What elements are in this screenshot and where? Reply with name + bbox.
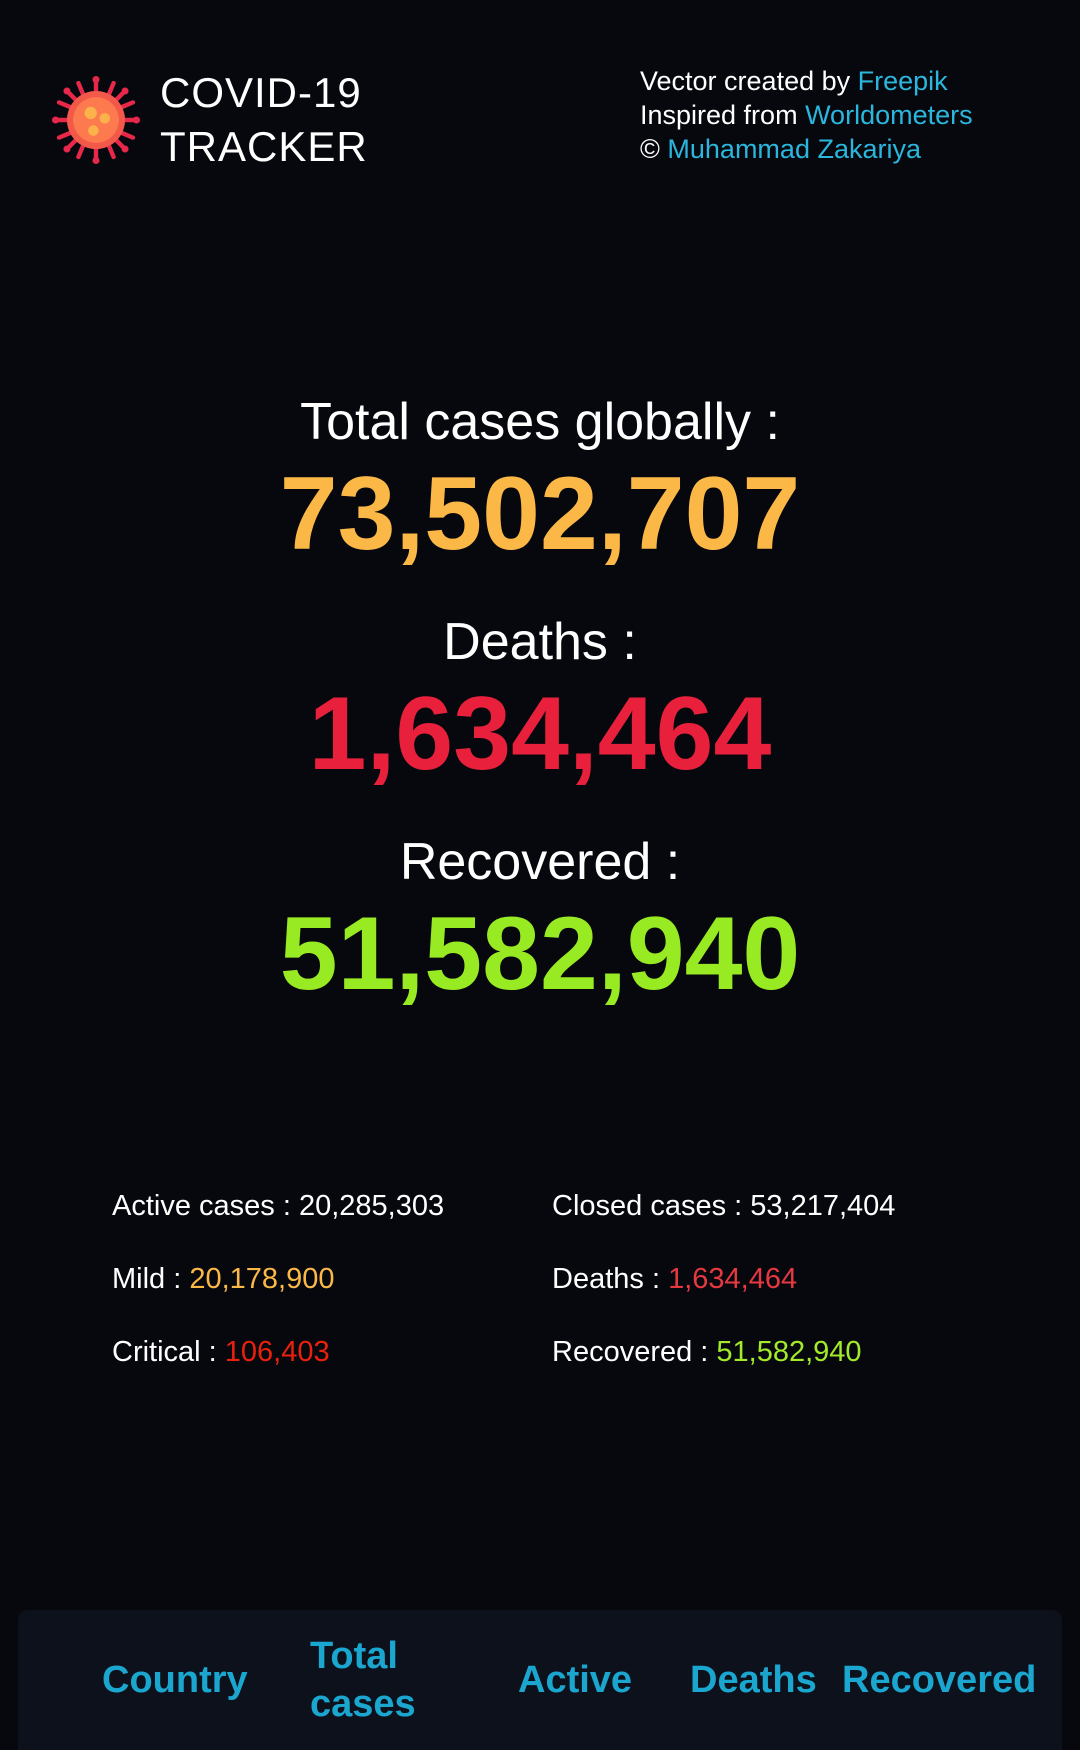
active-cases-label: Active cases : <box>112 1190 299 1222</box>
global-summary: Total cases globally : 73,502,707 Deaths… <box>0 390 1080 1050</box>
credit-vector-text: Vector created by <box>640 66 858 96</box>
brand: COVID-19 TRACKER <box>52 66 368 174</box>
app-title-line2: TRACKER <box>160 123 368 170</box>
closed-cases-value: 53,217,404 <box>750 1190 896 1222</box>
recovered-value: 51,582,940 <box>279 896 801 1012</box>
mild-row: Mild : 20,178,900 <box>112 1261 552 1297</box>
deaths-value: 1,634,464 <box>308 676 772 792</box>
app-title: COVID-19 TRACKER <box>160 66 368 174</box>
total-cases-value: 73,502,707 <box>279 456 801 572</box>
closed-deaths-label: Deaths : <box>552 1263 669 1295</box>
column-header-deaths[interactable]: Deaths <box>690 1656 842 1704</box>
closed-recovered-value: 51,582,940 <box>716 1336 862 1368</box>
active-cases-value: 20,285,303 <box>298 1190 445 1222</box>
closed-deaths-value: 1,634,464 <box>668 1263 798 1295</box>
column-header-recovered[interactable]: Recovered <box>842 1656 1042 1704</box>
copyright-text: © <box>640 134 668 164</box>
country-table: Country Total cases Active Deaths Recove… <box>18 1610 1062 1750</box>
closed-deaths-row: Deaths : 1,634,464 <box>552 1261 992 1297</box>
column-header-total-line2: cases <box>310 1683 416 1725</box>
credit-copyright: © Muhammad Zakariya <box>640 132 1000 166</box>
mild-label: Mild : <box>112 1263 190 1295</box>
total-cases-label: Total cases globally : <box>300 393 780 451</box>
critical-row: Critical : 106,403 <box>112 1334 552 1370</box>
closed-cases-label: Closed cases : <box>552 1190 751 1222</box>
case-details: Active cases : 20,285,303 Mild : 20,178,… <box>112 1188 992 1407</box>
table-header: Country Total cases Active Deaths Recove… <box>18 1610 1062 1750</box>
credit-inspired-text: Inspired from <box>640 100 806 130</box>
column-header-total-line1: Total <box>310 1635 398 1677</box>
critical-value: 106,403 <box>224 1336 330 1368</box>
app-title-line1: COVID-19 <box>160 69 362 116</box>
column-header-active[interactable]: Active <box>518 1656 690 1704</box>
header: COVID-19 TRACKER Vector created by Freep… <box>52 56 1028 176</box>
freepik-link[interactable]: Freepik <box>858 66 948 96</box>
page: COVID-19 TRACKER Vector created by Freep… <box>0 0 1080 1750</box>
closed-cases-row: Closed cases : 53,217,404 <box>552 1188 992 1224</box>
credit-vector: Vector created by Freepik <box>640 64 1000 98</box>
recovered-label: Recovered : <box>399 833 681 891</box>
active-cases-column: Active cases : 20,285,303 Mild : 20,178,… <box>112 1188 552 1407</box>
virus-icon <box>52 76 140 164</box>
credits: Vector created by Freepik Inspired from … <box>640 64 1000 166</box>
author-link[interactable]: Muhammad Zakariya <box>667 134 921 164</box>
critical-label: Critical : <box>112 1336 225 1368</box>
closed-recovered-row: Recovered : 51,582,940 <box>552 1334 992 1370</box>
column-header-total-cases[interactable]: Total cases <box>310 1632 518 1728</box>
credit-inspired: Inspired from Worldometers <box>640 98 1000 132</box>
mild-value: 20,178,900 <box>189 1263 335 1295</box>
closed-cases-column: Closed cases : 53,217,404 Deaths : 1,634… <box>552 1188 992 1407</box>
closed-recovered-label: Recovered : <box>552 1336 717 1368</box>
worldometers-link[interactable]: Worldometers <box>805 100 973 130</box>
column-header-country[interactable]: Country <box>102 1656 310 1704</box>
active-cases-row: Active cases : 20,285,303 <box>112 1188 552 1224</box>
deaths-label: Deaths : <box>443 613 637 671</box>
